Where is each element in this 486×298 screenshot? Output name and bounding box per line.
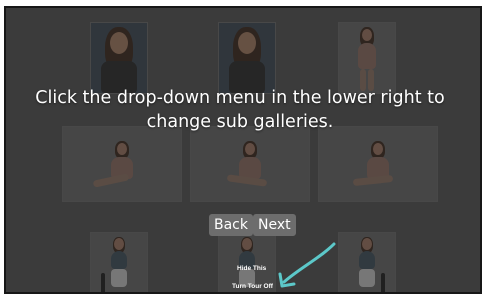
turn-tour-off-link[interactable]: Turn Tour Off — [232, 283, 273, 290]
pointer-arrow-icon — [278, 242, 336, 288]
hide-this-link[interactable]: Hide This — [237, 265, 266, 272]
tour-message: Click the drop-down menu in the lower ri… — [35, 88, 445, 132]
back-button[interactable]: Back — [209, 214, 253, 236]
next-button[interactable]: Next — [253, 214, 296, 236]
tour-overlay — [4, 6, 482, 294]
